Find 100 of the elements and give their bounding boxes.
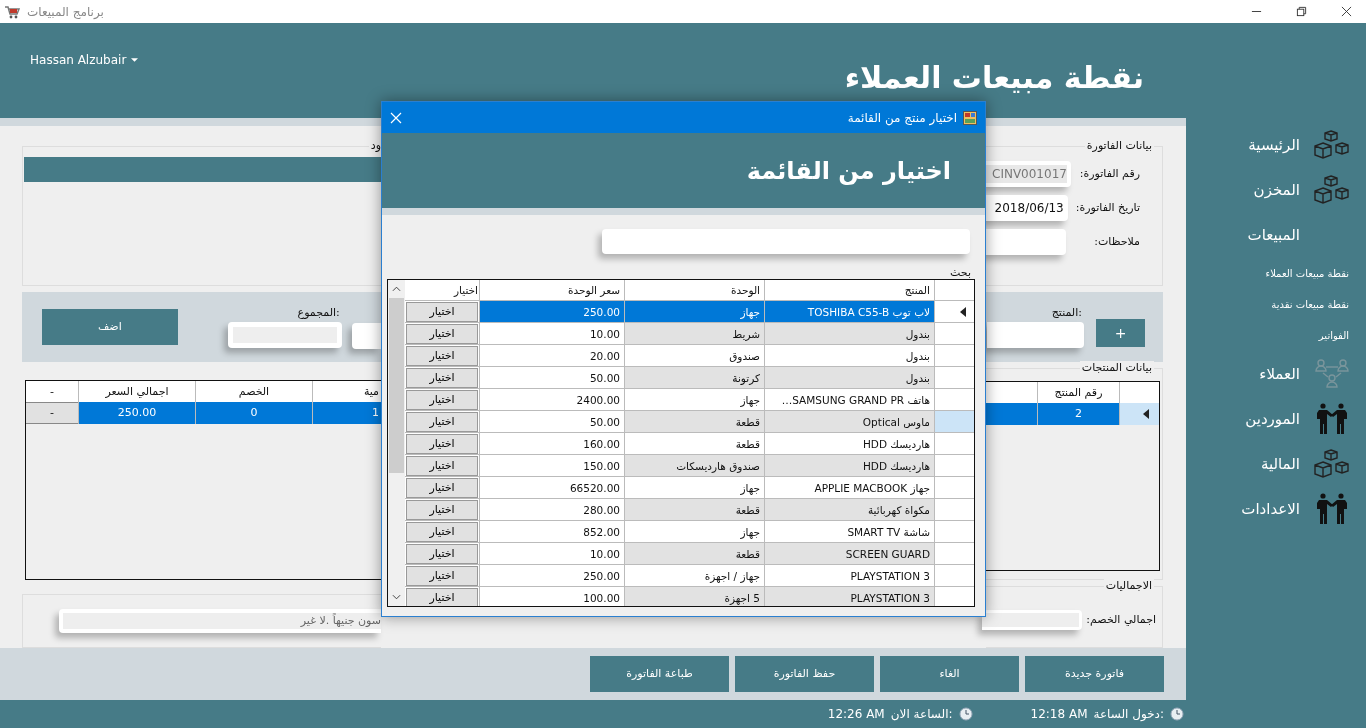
window-title: برنامج المبيعات xyxy=(27,4,104,19)
table-cell: 160.00 xyxy=(479,433,624,454)
caret-icon xyxy=(131,57,139,62)
add-product-button[interactable]: + xyxy=(1096,318,1145,347)
search-label: بحث xyxy=(950,266,971,279)
nav-item[interactable]: المبيعات xyxy=(1247,226,1300,244)
nav-item[interactable]: المالية xyxy=(1260,454,1300,473)
table-cell: 100.00 xyxy=(479,587,624,606)
nav-item[interactable]: نقطة مبيعات العملاء xyxy=(1265,268,1349,279)
remove-button[interactable]: - xyxy=(26,401,78,424)
action-button[interactable]: حفظ الفاتورة xyxy=(735,655,874,692)
column-header: اجمالي السعر xyxy=(78,380,195,402)
nav-item[interactable]: العملاء xyxy=(1259,364,1300,383)
cart-icon xyxy=(4,3,20,20)
table-cell: قطعة xyxy=(624,433,764,454)
table-cell: هارديسك HDD xyxy=(764,433,934,454)
table-cell: بندول xyxy=(764,323,934,344)
table-cell: 150.00 xyxy=(479,455,624,476)
table-cell: جهاز xyxy=(624,301,764,322)
table-cell: 250.00 xyxy=(479,301,624,322)
select-button[interactable]: اختيار xyxy=(406,587,478,606)
column-header: رقم المنتج xyxy=(1037,381,1119,403)
table-cell: جهاز xyxy=(624,389,764,410)
two-people-icon xyxy=(1314,402,1350,435)
search-field[interactable] xyxy=(602,229,970,254)
select-button[interactable]: اختيار xyxy=(406,543,478,564)
status-time: 12:26 AM xyxy=(827,707,885,721)
table-cell: 2 xyxy=(1037,402,1119,425)
nav-item[interactable]: الفواتير xyxy=(1318,330,1349,341)
table-cell: 20.00 xyxy=(479,345,624,366)
input-field[interactable] xyxy=(986,228,1067,255)
column-header: الوحدة xyxy=(624,280,764,300)
close-icon[interactable] xyxy=(1341,6,1352,17)
table-cell: SCREEN GUARD xyxy=(764,543,934,564)
action-button[interactable]: الغاء xyxy=(880,655,1019,692)
column-header: اختيار xyxy=(452,283,479,299)
window-icon xyxy=(963,110,977,125)
table-cell: جهاز / اجهزة xyxy=(624,565,764,586)
select-button[interactable]: اختيار xyxy=(406,367,478,388)
column-header: سعر الوحدة xyxy=(479,280,624,300)
table-cell: 852.00 xyxy=(479,521,624,542)
table-cell: صندوق هارديسكات xyxy=(624,455,764,476)
column-header: الخصم xyxy=(195,380,312,402)
status-time: 12:18 AM xyxy=(1030,707,1088,721)
select-button[interactable]: اختيار xyxy=(406,565,478,586)
scrollbar[interactable] xyxy=(388,280,405,606)
group-title: الاجماليات xyxy=(1103,578,1154,592)
table-cell: قطعة xyxy=(624,543,764,564)
column-header: المنتج xyxy=(764,280,934,300)
restore-icon[interactable] xyxy=(1296,6,1307,17)
cubes-icon xyxy=(1314,128,1350,161)
select-button[interactable]: اختيار xyxy=(406,521,478,542)
table-cell: صندوق xyxy=(624,345,764,366)
table-cell: 66520.00 xyxy=(479,477,624,498)
table-cell: جهاز APPLIE MACBOOK xyxy=(764,477,934,498)
nav-item[interactable]: المخزن xyxy=(1253,180,1300,199)
select-button[interactable]: اختيار xyxy=(406,323,478,344)
field-label: ملاحظات: xyxy=(1093,235,1140,249)
field-label: تاريخ الفاتورة: xyxy=(1075,201,1140,215)
select-button[interactable]: اختيار xyxy=(406,433,478,454)
dialog-heading: اختيار من القائمة xyxy=(746,156,951,185)
row-pointer-icon xyxy=(1143,408,1149,419)
select-button[interactable]: اختيار xyxy=(406,389,478,410)
nav-item[interactable]: الاعدادات xyxy=(1241,499,1300,518)
action-button[interactable]: طباعة الفاتورة xyxy=(590,655,729,692)
table-cell: بندول xyxy=(764,367,934,388)
select-button[interactable]: اختيار xyxy=(406,499,478,520)
product-field[interactable] xyxy=(987,321,1084,348)
select-button[interactable]: اختيار xyxy=(406,301,478,322)
total-label: المجموع: xyxy=(297,305,340,319)
user-menu[interactable]: Hassan Alzubair xyxy=(30,52,139,67)
table-cell: 50.00 xyxy=(479,367,624,388)
table-cell: قطعة xyxy=(624,499,764,520)
select-button[interactable]: اختيار xyxy=(406,411,478,432)
table-cell: 0 xyxy=(195,401,312,424)
clock-icon xyxy=(1170,707,1184,721)
table-cell: 280.00 xyxy=(479,499,624,520)
field-label: رقم الفاتورة: xyxy=(1078,167,1140,181)
table-cell: ماوس Optical xyxy=(764,411,934,432)
select-button[interactable]: اختيار xyxy=(406,477,478,498)
select-button[interactable]: اختيار xyxy=(406,345,478,366)
table-cell: لاب توب TOSHIBA C55-B xyxy=(764,301,934,322)
table-cell: هاتف SAMSUNG GRAND PR… xyxy=(764,389,934,410)
input-field[interactable]: 2018/06/13 xyxy=(986,194,1068,221)
table-cell: قطعة xyxy=(624,411,764,432)
add-button[interactable]: اضف xyxy=(42,308,178,345)
select-button[interactable]: اختيار xyxy=(406,455,478,476)
total-field[interactable] xyxy=(227,321,342,348)
table-cell: شاشة SMART TV xyxy=(764,521,934,542)
nav-item[interactable]: الموردين xyxy=(1245,409,1300,428)
table-cell: 10.00 xyxy=(479,323,624,344)
table-cell: 50.00 xyxy=(479,411,624,432)
nav-item[interactable]: الرئيسية xyxy=(1248,135,1300,154)
cubes-icon xyxy=(1314,447,1350,480)
input-field[interactable] xyxy=(351,322,381,349)
action-button[interactable]: فاتورة جديدة xyxy=(1025,655,1164,692)
column-header: - xyxy=(49,383,55,400)
field-label: اجمالي الخصم: xyxy=(1086,613,1156,627)
table-cell: PLAYSTATION 3 xyxy=(764,565,934,586)
nav-item[interactable]: نقطة مبيعات نقدية xyxy=(1271,299,1349,310)
